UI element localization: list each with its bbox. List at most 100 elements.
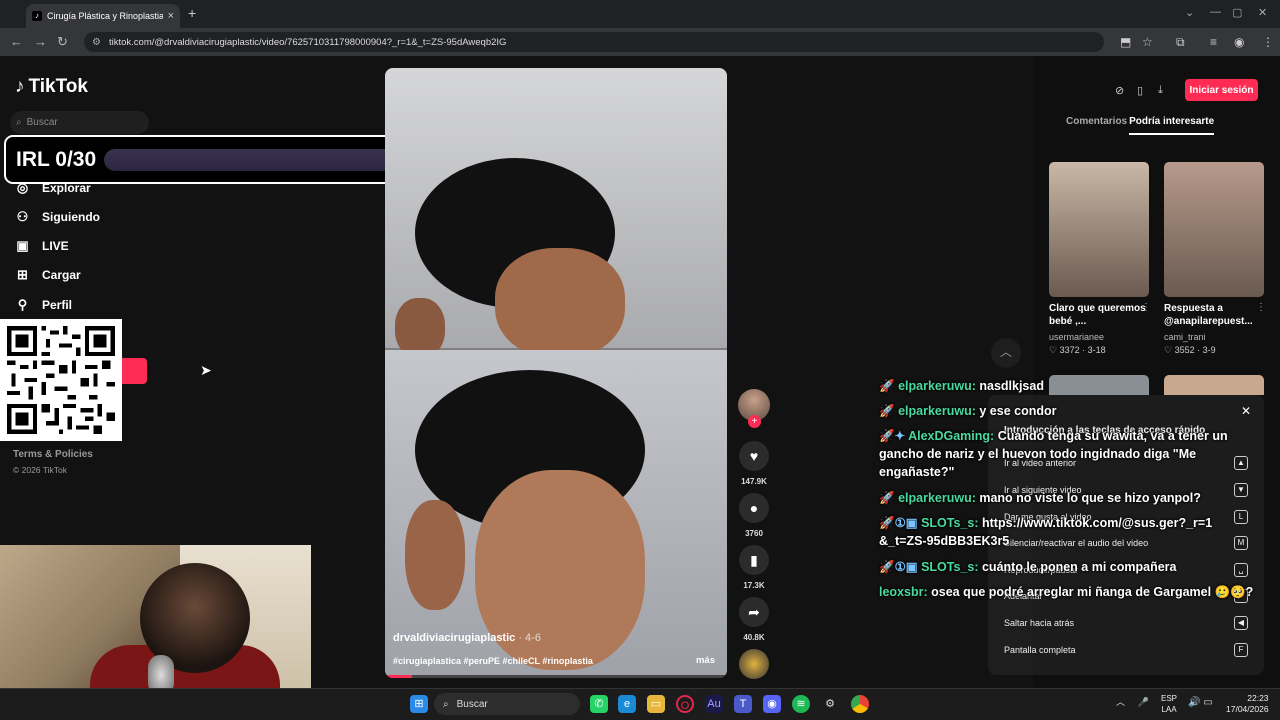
card-menu-icon[interactable]: ⋮ [1141, 302, 1151, 313]
shortcut-row: Saltar hacia atrás ◀ [1004, 616, 1248, 630]
like-button[interactable]: ♥ [739, 441, 769, 471]
suggested-video-card[interactable]: Claro que queremos bebé ,... usermariane… [1049, 162, 1149, 356]
sidebar-item-label: Cargar [42, 268, 81, 282]
video-frame-bottom [385, 350, 727, 678]
card-user[interactable]: cami_trani [1164, 332, 1264, 342]
extensions-icon[interactable]: ⧉ [1176, 35, 1185, 50]
spotify-icon[interactable]: ≋ [792, 695, 810, 713]
bookmark-icon: ▮ [750, 551, 758, 568]
site-info-icon[interactable]: ⚙ [92, 37, 101, 48]
sidebar-item-label: Siguiendo [42, 210, 100, 224]
close-window-icon[interactable]: ✕ [1258, 6, 1267, 19]
video-thumbnail[interactable] [1049, 162, 1149, 297]
minimize-icon[interactable]: — [1210, 6, 1221, 18]
profile-avatar-icon[interactable]: ◉ [1234, 35, 1244, 49]
file-explorer-icon[interactable]: ▭ [647, 695, 665, 713]
card-menu-icon[interactable]: ⋮ [1256, 302, 1266, 313]
browser-tab[interactable]: ♪ Cirugía Plástica y Rinoplastia en × [26, 4, 180, 28]
reading-list-icon[interactable]: ≡ [1210, 35, 1217, 49]
new-tab-button[interactable]: + [188, 5, 196, 21]
share-button[interactable]: ➦ [739, 597, 769, 627]
steam-icon[interactable]: ⚙ [821, 695, 839, 713]
device-icon[interactable]: ▯ [1137, 84, 1143, 97]
sidebar-item-upload[interactable]: ⊞ Cargar [15, 267, 81, 283]
video-frame-top [385, 68, 727, 358]
close-icon[interactable]: ✕ [1241, 404, 1251, 418]
opera-icon[interactable]: O [676, 695, 694, 713]
like-count: 147.9K [741, 477, 767, 486]
search-input[interactable]: ⌕ Buscar [10, 111, 149, 134]
back-icon[interactable]: ← [10, 34, 23, 49]
url-bar[interactable]: ⚙ tiktok.com/@drvaldiviacirugiaplastic/v… [84, 32, 1104, 52]
settings-icon[interactable]: ⊘ [1115, 84, 1124, 97]
forward-icon[interactable]: → [34, 34, 47, 49]
login-button-partial[interactable] [122, 358, 147, 384]
menu-kebab-icon[interactable]: ⋮ [1262, 35, 1274, 49]
irl-goal-label: IRL 0/30 [16, 147, 97, 171]
search-placeholder: Buscar [26, 117, 58, 128]
video-progress-bar[interactable] [385, 675, 727, 678]
tab-close-icon[interactable]: × [168, 10, 174, 22]
following-icon: ⚇ [16, 209, 29, 224]
tiktok-favicon-icon: ♪ [32, 11, 42, 21]
search-icon: ⌕ [16, 117, 22, 128]
more-button[interactable]: más [696, 655, 715, 666]
qr-code [0, 319, 122, 441]
edge-icon[interactable]: e [618, 695, 636, 713]
video-player[interactable]: drvaldiviacirugiaplastic · 4-6 #cirugiap… [385, 68, 727, 678]
taskbar-search[interactable]: ⌕ Buscar [434, 693, 580, 715]
terms-link[interactable]: Terms & Policies [13, 449, 93, 460]
save-button[interactable]: ▮ [739, 545, 769, 575]
windows-start-icon[interactable]: ⊞ [410, 695, 428, 713]
comment-button[interactable]: ● [739, 493, 769, 523]
suggested-video-card[interactable]: Respuesta a @anapilarepuest... cami_tran… [1164, 162, 1264, 356]
follow-plus-icon[interactable]: + [748, 415, 761, 428]
maximize-icon[interactable]: ▢ [1232, 6, 1242, 19]
chat-message: 🚀 elparkeruwu: y ese condor [879, 404, 1057, 418]
discord-icon[interactable]: ◉ [763, 695, 781, 713]
video-hashtags[interactable]: #cirugiaplastica #peruPE #chileCL #rinop… [393, 656, 593, 666]
live-icon: ▣ [16, 238, 29, 253]
chrome-icon[interactable] [851, 695, 869, 713]
music-disc-icon[interactable] [739, 649, 769, 679]
taskbar-clock[interactable]: 22:23 17/04/2026 [1226, 693, 1269, 715]
shortcut-label: Saltar hacia atrás [1004, 618, 1075, 628]
card-title: Claro que queremos bebé ,... [1049, 303, 1146, 327]
taskbar-search-label: Buscar [456, 698, 488, 710]
shortcut-row: Pantalla completa F [1004, 643, 1248, 657]
shortcut-key-icon: ◀ [1234, 616, 1248, 630]
chat-message: leoxsbr: osea que podré arreglar mi ñang… [879, 585, 1254, 599]
install-icon[interactable]: ⬒ [1120, 35, 1131, 49]
card-user[interactable]: usermarianee [1049, 332, 1149, 342]
tiktok-logo[interactable]: ♪ TikTok [15, 76, 88, 98]
comment-icon: ● [749, 500, 759, 516]
audition-icon[interactable]: Au [705, 695, 723, 713]
sidebar-item-profile[interactable]: ⚲ Perfil [15, 297, 72, 313]
heart-icon: ♥ [749, 448, 759, 464]
comment-count: 3760 [745, 529, 763, 538]
tab-comments[interactable]: Comentarios [1066, 116, 1127, 135]
teams-icon[interactable]: T [734, 695, 752, 713]
scroll-up-icon[interactable]: ︿ [991, 338, 1021, 368]
tab-suggested[interactable]: Podría interesarte [1129, 116, 1215, 135]
login-button[interactable]: Iniciar sesión [1185, 79, 1258, 101]
tiktok-note-icon: ♪ [15, 76, 25, 97]
video-thumbnail[interactable] [1164, 162, 1264, 297]
reload-icon[interactable]: ↻ [57, 34, 68, 50]
whatsapp-icon[interactable]: ✆ [590, 695, 608, 713]
tab-title: Cirugía Plástica y Rinoplastia en [47, 11, 163, 21]
chat-message: 🚀①▣ SLOTs_s: cuánto le ponen a mi compañ… [879, 560, 1177, 574]
video-author[interactable]: drvaldiviacirugiaplastic · 4-6 [393, 632, 541, 644]
card-stats: ♡ 3372 · 3-18 [1049, 345, 1106, 355]
window-tabs-icon[interactable]: ⌄ [1185, 6, 1194, 19]
input-language[interactable]: ESP LAA [1161, 693, 1177, 715]
irl-goal-progress-bar [104, 148, 407, 171]
sidebar-item-label: LIVE [42, 239, 69, 253]
network-volume-icons[interactable]: 🔊 ▭ [1188, 697, 1213, 708]
sidebar-item-following[interactable]: ⚇ Siguiendo [15, 209, 100, 225]
search-icon: ⌕ [443, 698, 449, 710]
sidebar-item-live[interactable]: ▣ LIVE [15, 238, 69, 254]
download-icon[interactable]: ⤓ [1158, 84, 1163, 97]
system-tray[interactable]: ︿ 🎤 [1116, 695, 1149, 708]
bookmark-star-icon[interactable]: ☆ [1142, 35, 1153, 49]
